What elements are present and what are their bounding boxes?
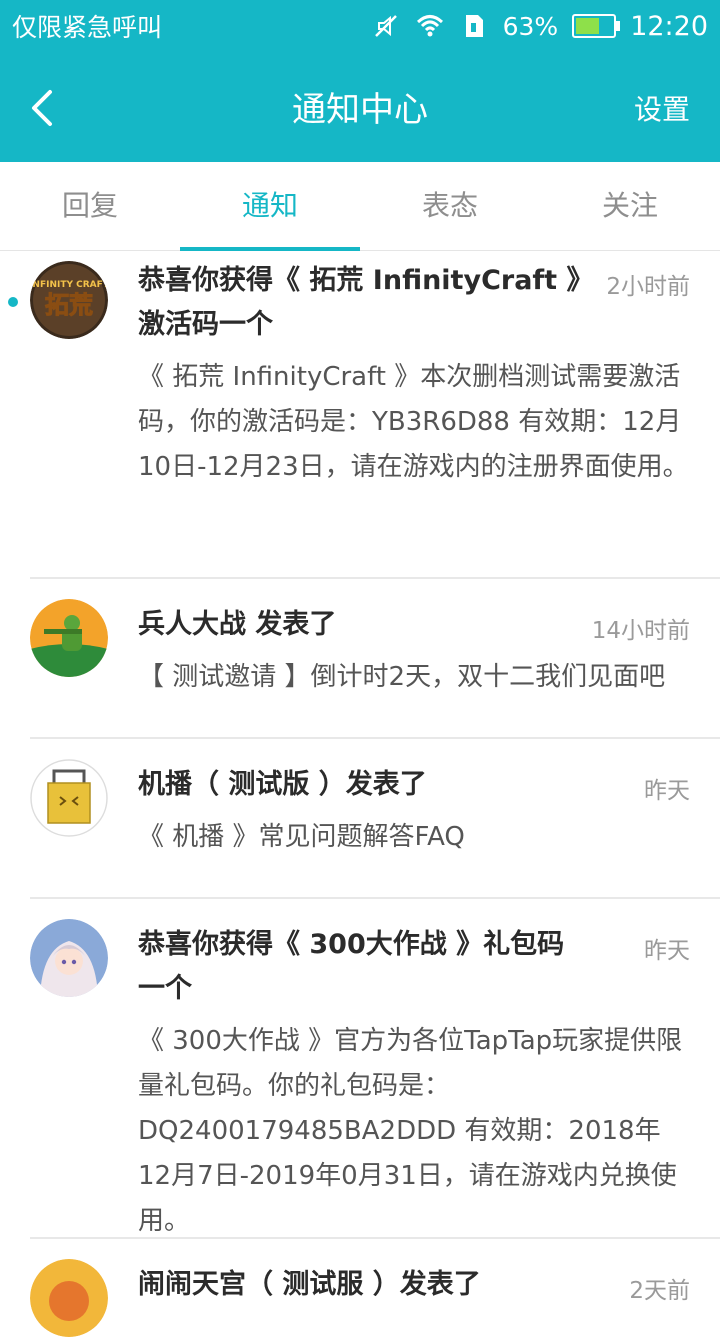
- nav-bar: 通知中心 设置: [0, 52, 720, 162]
- battery-fill: [576, 18, 599, 34]
- status-icons: 63% 12:20: [357, 8, 708, 44]
- notification-body: 【 测试邀请 】倒计时2天，双十二我们见面吧: [138, 662, 666, 692]
- notification-title: 机播（ 测试版 ）发表了: [138, 769, 427, 800]
- app-header: 仅限紧急呼叫 63% 12:20 通知中心 设置: [0, 0, 720, 162]
- notification-body: 《 机播 》常见问题解答FAQ: [138, 822, 465, 852]
- notification-time: 14小时前: [591, 618, 690, 644]
- avatar-text: 拓荒: [45, 291, 93, 319]
- carrier-text: 仅限紧急呼叫: [12, 13, 163, 42]
- status-bar: 仅限紧急呼叫 63% 12:20: [0, 0, 720, 52]
- notification-body: 《 300大作战 》官方为各位TapTap玩家提供限量礼包码。你的礼包码是：DQ…: [138, 1026, 683, 1236]
- wifi-icon: [416, 15, 443, 37]
- robot-avatar: [30, 759, 108, 837]
- notification-time: 2小时前: [606, 274, 690, 300]
- notification-item[interactable]: 恭喜你获得《 300大作战 》礼包码一个 昨天 《 300大作战 》官方为各位T…: [30, 899, 720, 1239]
- sim-icon: [465, 15, 483, 37]
- avatar-subtext: INFINITY CRAFT: [30, 280, 108, 290]
- tab-notifications[interactable]: 通知: [180, 162, 360, 250]
- unread-dot: [8, 297, 18, 307]
- settings-button[interactable]: 设置: [634, 88, 690, 128]
- notification-item[interactable]: 闹闹天宫（ 测试服 ）发表了 2天前: [30, 1239, 720, 1337]
- battery-percent: 63%: [502, 11, 559, 41]
- mute-icon: [374, 15, 397, 37]
- tab-reactions[interactable]: 表态: [360, 162, 540, 250]
- monkey-king-avatar: [30, 1259, 108, 1337]
- notification-list: INFINITY CRAFT 拓荒 恭喜你获得《 拓荒 InfinityCraf…: [0, 251, 720, 1337]
- anime-girl-avatar: [30, 919, 108, 997]
- notification-title: 闹闹天宫（ 测试服 ）发表了: [138, 1269, 481, 1300]
- notification-time: 2天前: [629, 1278, 690, 1304]
- infinitycraft-avatar: INFINITY CRAFT 拓荒: [30, 261, 108, 339]
- tab-following[interactable]: 关注: [540, 162, 720, 250]
- notification-item[interactable]: 兵人大战 发表了 14小时前 【 测试邀请 】倒计时2天，双十二我们见面吧: [30, 579, 720, 739]
- notification-body: 《 拓荒 InfinityCraft 》本次删档测试需要激活码，你的激活码是：Y…: [138, 362, 689, 482]
- clock: 12:20: [630, 10, 708, 42]
- page-title: 通知中心: [292, 90, 428, 130]
- tab-replies[interactable]: 回复: [0, 162, 180, 250]
- tab-bar: 回复 通知 表态 关注: [0, 162, 720, 251]
- notification-time: 昨天: [644, 938, 690, 964]
- battery-icon: [572, 14, 621, 38]
- army-men-avatar: [30, 599, 108, 677]
- notification-item[interactable]: 机播（ 测试版 ）发表了 昨天 《 机播 》常见问题解答FAQ: [30, 739, 720, 899]
- notification-title: 恭喜你获得《 300大作战 》礼包码一个: [138, 929, 565, 1004]
- notification-time: 昨天: [644, 778, 690, 804]
- notification-item[interactable]: INFINITY CRAFT 拓荒 恭喜你获得《 拓荒 InfinityCraf…: [8, 251, 720, 579]
